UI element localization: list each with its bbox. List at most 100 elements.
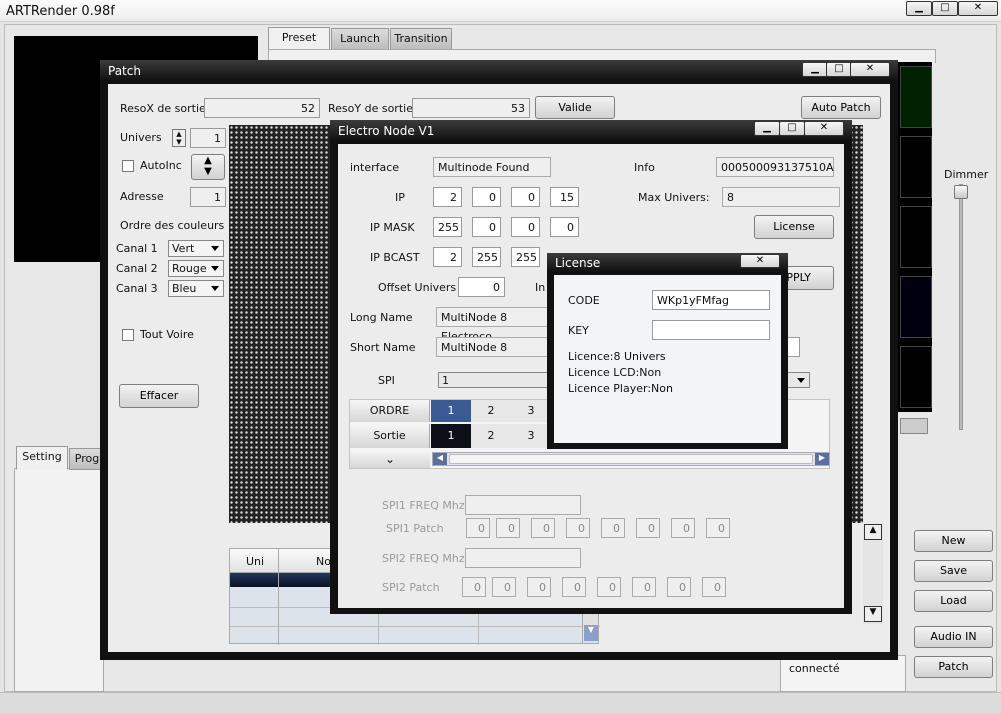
- spi2-field-3: 0: [527, 577, 551, 597]
- expand-chevron-icon[interactable]: ⌄: [350, 450, 430, 468]
- license-close-button[interactable]: ✕: [740, 254, 780, 268]
- max-univers-field[interactable]: 8: [722, 187, 840, 207]
- maximize-button[interactable]: □: [932, 1, 958, 16]
- patch-scroll[interactable]: ▲ ▼: [863, 524, 883, 624]
- offset-field[interactable]: 0: [458, 277, 505, 297]
- grid-hscrollbar[interactable]: ◀ ▶: [432, 452, 830, 466]
- spi1-field-2: 0: [496, 518, 520, 538]
- close-button[interactable]: ✕: [958, 1, 998, 16]
- patch-maximize-button[interactable]: □: [826, 62, 852, 77]
- ipbcast-label: IP BCAST: [370, 251, 420, 264]
- status-text: connecté: [789, 662, 840, 675]
- shortname-field[interactable]: MultiNode 8: [436, 337, 554, 357]
- patch-close-button[interactable]: ✕: [850, 62, 890, 77]
- spi1-field-7: 0: [671, 518, 695, 538]
- effacer-button[interactable]: Effacer: [119, 384, 199, 408]
- sortie-cell-2[interactable]: 2: [471, 424, 511, 448]
- interface-label: interface: [350, 161, 400, 174]
- dimmer-slider[interactable]: [959, 184, 963, 430]
- spi1-field-4: 0: [566, 518, 590, 538]
- license-dialog: License ✕ CODE WKp1yFMfag KEY Licence:8 …: [547, 253, 788, 449]
- adresse-field[interactable]: 1: [190, 187, 226, 207]
- offset-label: Offset Univers: [378, 281, 457, 294]
- ip-octet-2[interactable]: 0: [472, 187, 501, 207]
- sortie-label: Sortie: [350, 424, 430, 448]
- resoy-field[interactable]: 53: [412, 98, 530, 118]
- dimmer-label: Dimmer: [944, 168, 989, 181]
- licence-lcd: Licence LCD:Non: [568, 366, 662, 379]
- univers-spinner[interactable]: ▲ ▼: [172, 129, 186, 147]
- ip-octet-1[interactable]: 2: [433, 187, 462, 207]
- autoinc-checkbox[interactable]: [122, 160, 134, 172]
- ordre-cell-2[interactable]: 2: [471, 400, 511, 422]
- load-button[interactable]: Load: [914, 590, 993, 612]
- ipmask-octet-1[interactable]: 255: [433, 217, 462, 237]
- spi2-field-1: 0: [462, 577, 486, 597]
- canal3-select[interactable]: Bleu: [168, 280, 224, 297]
- new-button[interactable]: New: [914, 530, 993, 552]
- tab-transition[interactable]: Transition: [390, 28, 452, 50]
- univers-label: Univers: [120, 131, 162, 144]
- tout-voire-checkbox[interactable]: [122, 329, 134, 341]
- spi2-freq-label: SPI2 FREQ Mhz: [382, 552, 465, 565]
- licence-player: Licence Player:Non: [568, 382, 673, 395]
- resoy-label: ResoY de sortie: [328, 102, 413, 115]
- interface-field[interactable]: Multinode Found: [433, 157, 551, 177]
- univers-field[interactable]: 1: [190, 128, 226, 148]
- status-panel: connecté: [780, 655, 906, 692]
- node-close-button[interactable]: ✕: [804, 121, 844, 136]
- spi2-field-7: 0: [667, 577, 691, 597]
- ordre-cell-3[interactable]: 3: [511, 400, 551, 422]
- ip-octet-3[interactable]: 0: [511, 187, 540, 207]
- ipmask-octet-4[interactable]: 0: [550, 217, 579, 237]
- thumbnail-scrollbar[interactable]: [900, 418, 928, 434]
- col-no: No: [316, 555, 331, 568]
- spi1-field-8: 0: [706, 518, 730, 538]
- canal2-select[interactable]: Rouge: [168, 260, 224, 277]
- spi2-freq-field: [465, 548, 581, 568]
- save-button[interactable]: Save: [914, 560, 993, 582]
- license-button[interactable]: License: [754, 215, 834, 239]
- ip-octet-4[interactable]: 15: [550, 187, 579, 207]
- minimize-button[interactable]: ▁: [906, 1, 932, 16]
- patch-button[interactable]: Patch: [914, 656, 993, 678]
- canal2-label: Canal 2: [116, 262, 158, 275]
- ipmask-octet-3[interactable]: 0: [511, 217, 540, 237]
- ipbcast-octet-2[interactable]: 255: [472, 247, 501, 267]
- tout-voire-label: Tout Voire: [140, 328, 194, 341]
- dimmer-handle[interactable]: [954, 185, 968, 199]
- auto-patch-button[interactable]: Auto Patch: [801, 96, 881, 119]
- audio-in-button[interactable]: Audio IN: [914, 626, 993, 648]
- longname-label: Long Name: [350, 311, 413, 324]
- preset-thumbnails[interactable]: [896, 62, 932, 412]
- shortname-label: Short Name: [350, 341, 416, 354]
- spi2-field-5: 0: [597, 577, 621, 597]
- ordre-label: ORDRE: [350, 400, 430, 422]
- resox-field[interactable]: 52: [204, 98, 320, 118]
- canal1-select[interactable]: Vert: [168, 240, 224, 257]
- in-label: In: [535, 281, 546, 294]
- node-title: Electro Node V1: [338, 124, 435, 138]
- tab-launch[interactable]: Launch: [331, 28, 389, 50]
- spi-label: SPI: [378, 374, 395, 387]
- sortie-cell-1[interactable]: 1: [431, 424, 471, 448]
- patch-minimize-button[interactable]: ▁: [802, 62, 828, 77]
- sortie-cell-3[interactable]: 3: [511, 424, 551, 448]
- info-field[interactable]: 000500093137510A: [716, 157, 834, 177]
- up-down-arrows[interactable]: ▲ ▼: [191, 154, 225, 180]
- node-maximize-button[interactable]: □: [779, 121, 805, 136]
- code-field[interactable]: WKp1yFMfag: [652, 290, 770, 310]
- key-field[interactable]: [652, 320, 770, 340]
- ipbcast-octet-3[interactable]: 255: [511, 247, 540, 267]
- node-minimize-button[interactable]: ▁: [754, 121, 780, 136]
- ipbcast-octet-1[interactable]: 2: [433, 247, 462, 267]
- license-title: License: [555, 256, 601, 270]
- ipmask-octet-2[interactable]: 0: [472, 217, 501, 237]
- valide-button[interactable]: Valide: [535, 96, 615, 119]
- spi2-field-8: 0: [702, 577, 726, 597]
- app-title: ARTRender 0.98f: [6, 4, 115, 19]
- longname-field[interactable]: MultiNode 8 Electroco: [436, 307, 554, 343]
- spi1-field-5: 0: [601, 518, 625, 538]
- tab-setting[interactable]: Setting: [16, 446, 68, 470]
- ordre-cell-1[interactable]: 1: [431, 400, 471, 422]
